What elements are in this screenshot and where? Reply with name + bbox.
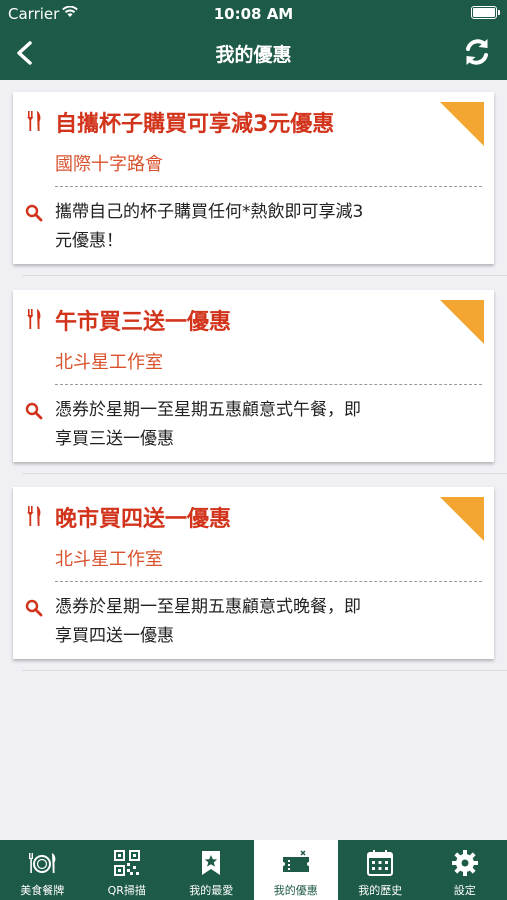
tab-bar: 美食餐牌 QR掃描 我的最愛 我的優惠 我的歷史 設定 — [0, 840, 507, 900]
refresh-button[interactable] — [459, 34, 495, 70]
tab-label: 設定 — [453, 884, 476, 897]
description-line: 攜帶自己的杯子購買任何*熱飲即可享減3 — [55, 202, 364, 222]
divider — [55, 186, 482, 187]
bookmark-star-icon — [202, 851, 221, 875]
tab-label: QR掃描 — [107, 884, 146, 897]
corner-tag-icon — [440, 497, 484, 541]
coupon-shop: 北斗星工作室 — [55, 549, 163, 570]
tab-history[interactable]: 我的歷史 — [338, 840, 423, 900]
coupon-description: 憑券於星期一至星期五惠顧意式午餐，即 享買三送一優惠 — [55, 396, 445, 454]
search-icon — [25, 204, 43, 222]
coupon-description: 攜帶自己的杯子購買任何*熱飲即可享減3 元優惠！ — [55, 198, 445, 256]
description-line: 享買三送一優惠 — [55, 429, 174, 449]
battery-icon — [471, 6, 500, 19]
plate-cutlery-icon — [29, 853, 56, 873]
gear-icon — [451, 850, 478, 876]
qr-code-icon — [113, 850, 140, 876]
tab-label: 美食餐牌 — [20, 884, 65, 897]
description-line: 憑券於星期一至星期五惠顧意式晚餐，即 — [55, 597, 361, 617]
separator — [22, 670, 507, 671]
coupon-title: 自攜杯子購買可享減3元優惠 — [55, 112, 335, 137]
coupon-card[interactable]: 自攜杯子購買可享減3元優惠 國際十字路會 攜帶自己的杯子購買任何*熱飲即可享減3… — [13, 92, 494, 264]
search-icon — [25, 599, 43, 617]
coupon-shop: 北斗星工作室 — [55, 352, 163, 373]
page-title: 我的優惠 — [215, 44, 292, 66]
tab-favorites[interactable]: 我的最愛 — [169, 840, 254, 900]
description-line: 享買四送一優惠 — [55, 626, 174, 646]
divider — [55, 384, 482, 385]
tab-label: 我的歷史 — [358, 884, 403, 897]
tab-qr-scan[interactable]: QR掃描 — [85, 840, 170, 900]
coupon-list: 自攜杯子購買可享減3元優惠 國際十字路會 攜帶自己的杯子購買任何*熱飲即可享減3… — [0, 80, 507, 840]
corner-tag-icon — [440, 102, 484, 146]
coupon-card[interactable]: 晚市買四送一優惠 北斗星工作室 憑券於星期一至星期五惠顧意式晚餐，即 享買四送一… — [13, 487, 494, 659]
corner-tag-icon — [440, 300, 484, 344]
calendar-icon — [367, 850, 394, 876]
coupon-ticket-icon — [282, 850, 309, 872]
nav-bar: 我的優惠 — [0, 28, 507, 80]
tab-my-coupons[interactable]: 我的優惠 — [253, 840, 338, 900]
coupon-description: 憑券於星期一至星期五惠顧意式晚餐，即 享買四送一優惠 — [55, 593, 445, 651]
cutlery-icon — [27, 111, 41, 131]
separator — [22, 473, 507, 474]
description-line: 元優惠！ — [55, 231, 123, 251]
cutlery-icon — [27, 309, 41, 329]
separator — [22, 275, 507, 276]
tab-label: 我的最愛 — [189, 884, 234, 897]
status-bar: Carrier 10:08 AM — [0, 0, 507, 28]
coupon-title: 午市買三送一優惠 — [55, 310, 232, 335]
coupon-title: 晚市買四送一優惠 — [55, 507, 232, 532]
description-line: 憑券於星期一至星期五惠顧意式午餐，即 — [55, 400, 361, 420]
search-icon — [25, 402, 43, 420]
tab-label: 我的優惠 — [273, 884, 318, 897]
coupon-card[interactable]: 午市買三送一優惠 北斗星工作室 憑券於星期一至星期五惠顧意式午餐，即 享買三送一… — [13, 290, 494, 462]
top-bar: Carrier 10:08 AM 我的優惠 — [0, 0, 507, 80]
status-time: 10:08 AM — [213, 5, 294, 23]
tab-menu[interactable]: 美食餐牌 — [0, 840, 85, 900]
tab-settings[interactable]: 設定 — [423, 840, 507, 900]
coupon-shop: 國際十字路會 — [55, 154, 163, 175]
divider — [55, 581, 482, 582]
cutlery-icon — [27, 506, 41, 526]
